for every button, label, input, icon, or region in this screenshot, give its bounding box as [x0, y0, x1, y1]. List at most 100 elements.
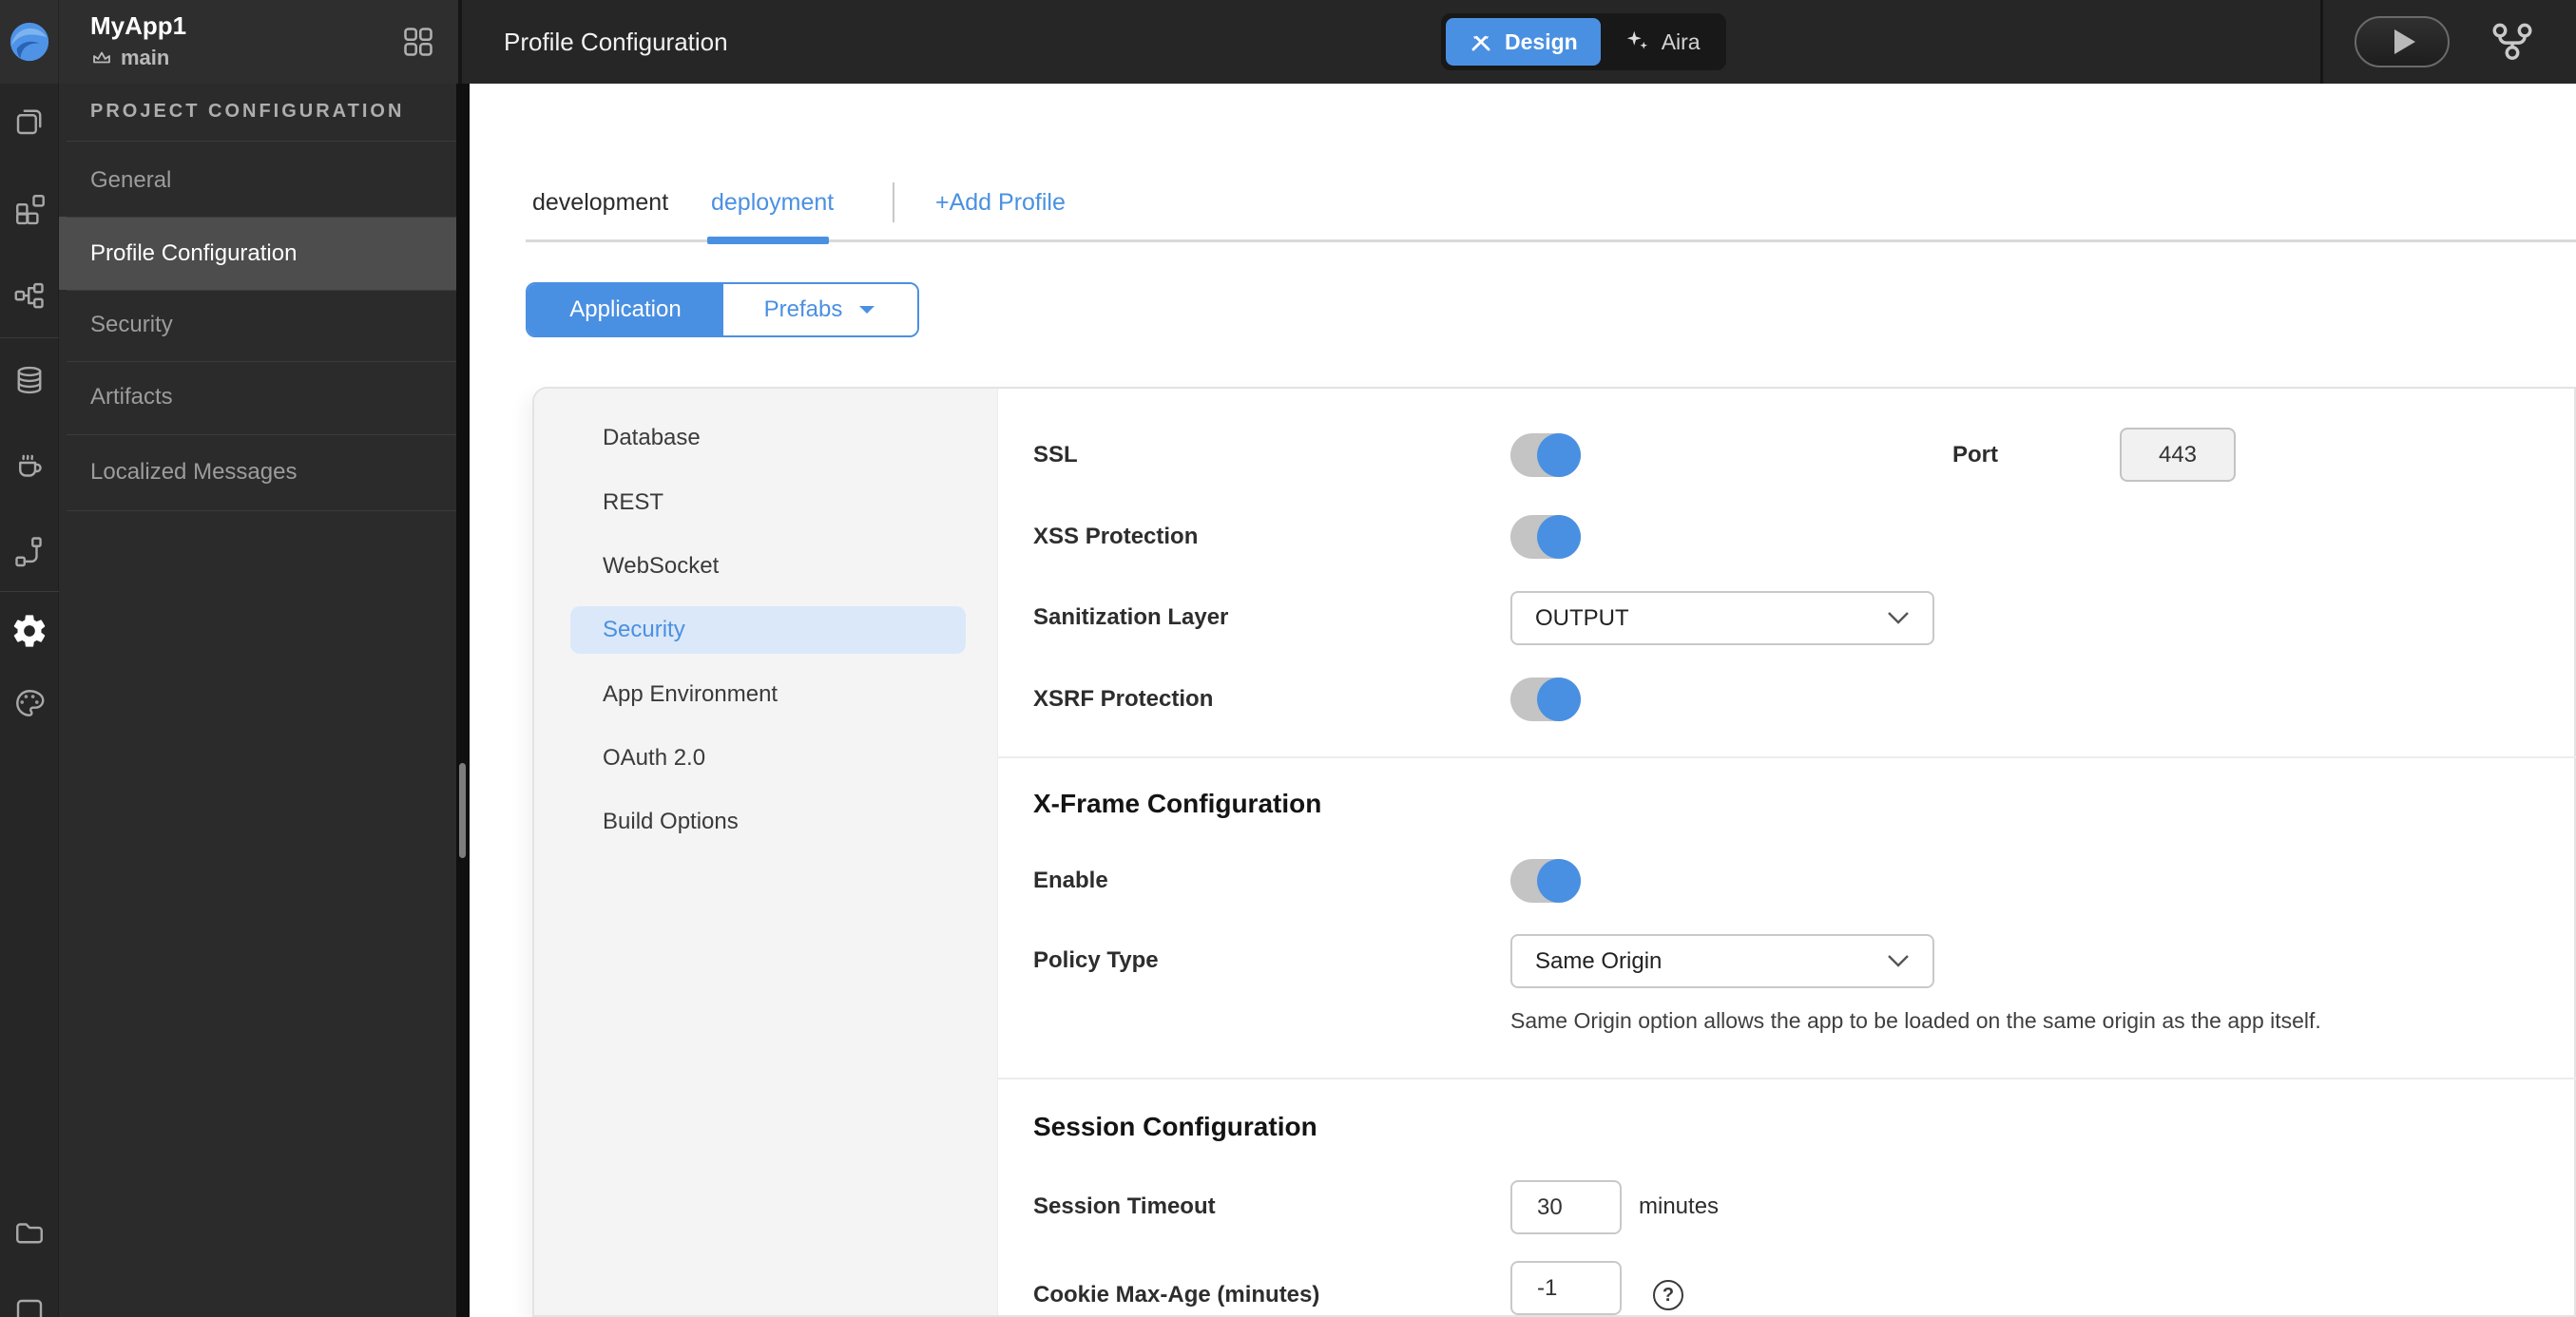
hierarchy-icon[interactable] [12, 277, 47, 312]
cookie-max-age-label: Cookie Max-Age (minutes) [1033, 1282, 1320, 1307]
toggle-knob [1537, 433, 1581, 477]
menu-item-websocket[interactable]: WebSocket [570, 543, 966, 590]
cookie-max-age-input[interactable] [1510, 1261, 1622, 1315]
play-icon [2394, 29, 2415, 54]
app-switcher-icon[interactable] [401, 25, 435, 59]
page-title: Profile Configuration [504, 28, 728, 56]
file-explorer-icon[interactable] [12, 1214, 47, 1249]
sidebar-item-localized-messages[interactable]: Localized Messages [59, 449, 456, 496]
settings-category-menu: Database REST WebSocket Security App Env… [534, 389, 998, 1315]
sidebar-divider [67, 217, 456, 218]
sidebar-item-profile-configuration[interactable]: Profile Configuration [59, 230, 456, 277]
themes-icon[interactable] [12, 686, 47, 720]
menu-item-security[interactable]: Security [570, 606, 966, 654]
tabs-underline [526, 239, 2576, 242]
xsrf-protection-label: XSRF Protection [1033, 686, 1214, 712]
project-config-sidebar: PROJECT CONFIGURATION General Profile Co… [59, 84, 456, 1317]
version-control-icon[interactable] [2490, 20, 2534, 64]
xss-protection-label: XSS Protection [1033, 524, 1199, 549]
port-input[interactable] [2120, 428, 2236, 482]
prefabs-label: Prefabs [763, 296, 843, 322]
design-mode-button[interactable]: Design [1446, 18, 1601, 66]
preview-run-button[interactable] [2355, 16, 2450, 67]
sanitization-layer-select[interactable]: OUTPUT [1510, 591, 1934, 645]
xframe-enable-toggle[interactable] [1510, 859, 1581, 903]
tab-deployment[interactable]: deployment [711, 186, 834, 219]
top-bar-divider [2320, 0, 2323, 84]
active-tab-indicator [707, 237, 829, 244]
toggle-knob [1537, 859, 1581, 903]
database-icon[interactable] [12, 363, 47, 397]
policy-type-label: Policy Type [1033, 947, 1159, 973]
chevron-down-icon [1888, 955, 1909, 967]
mode-switch: Design Aira [1441, 13, 1726, 70]
sidebar-divider [67, 510, 456, 511]
tab-separator [893, 182, 894, 222]
section-divider [998, 756, 2576, 758]
chevron-down-icon [1888, 612, 1909, 624]
session-timeout-input[interactable] [1510, 1180, 1622, 1234]
ssl-label: SSL [1033, 442, 1078, 468]
sidebar-divider [67, 434, 456, 435]
xframe-enable-label: Enable [1033, 868, 1108, 893]
xsrf-protection-toggle[interactable] [1510, 678, 1581, 721]
ssl-toggle[interactable] [1510, 433, 1581, 477]
toggle-knob [1537, 515, 1581, 559]
menu-item-rest[interactable]: REST [570, 479, 966, 526]
tab-development[interactable]: development [532, 186, 668, 219]
prefabs-scope-button[interactable]: Prefabs [723, 284, 917, 335]
xss-protection-toggle[interactable] [1510, 515, 1581, 559]
sidebar-item-artifacts[interactable]: Artifacts [59, 373, 456, 421]
rail-separator [0, 337, 59, 338]
pages-icon[interactable] [12, 105, 47, 139]
orchestration-icon[interactable] [12, 534, 47, 568]
session-timeout-label: Session Timeout [1033, 1193, 1216, 1219]
java-services-icon[interactable] [12, 449, 47, 483]
rail-separator [0, 591, 59, 592]
menu-item-database[interactable]: Database [570, 414, 966, 462]
policy-help-text: Same Origin option allows the app to be … [1510, 1008, 2321, 1033]
design-label: Design [1505, 29, 1578, 54]
widgets-icon[interactable] [12, 191, 47, 225]
xframe-section-title: X-Frame Configuration [1033, 789, 1322, 818]
branch-indicator[interactable]: main [90, 46, 169, 70]
application-scope-button[interactable]: Application [528, 284, 723, 335]
timeout-unit-label: minutes [1639, 1193, 1720, 1219]
session-section-title: Session Configuration [1033, 1112, 1317, 1141]
wavemaker-logo-icon [10, 22, 48, 62]
sidebar-item-general[interactable]: General [59, 157, 456, 204]
sidebar-scroll-track [456, 84, 470, 1317]
sidebar-divider [67, 290, 456, 291]
sidebar-divider [67, 361, 456, 362]
add-profile-button[interactable]: +Add Profile [935, 186, 1066, 219]
menu-item-oauth[interactable]: OAuth 2.0 [570, 735, 966, 782]
sparkles-icon [1626, 30, 1647, 49]
menu-item-app-environment[interactable]: App Environment [570, 671, 966, 718]
workspace-icon-rail [0, 84, 59, 1317]
app-logo[interactable] [0, 0, 59, 84]
project-name: MyApp1 [90, 11, 187, 40]
selected-value: OUTPUT [1535, 604, 1629, 631]
scope-switch: Application Prefabs [526, 282, 919, 337]
policy-type-select[interactable]: Same Origin [1510, 934, 1934, 988]
branch-crown-icon [93, 51, 110, 64]
sidebar-scroll-thumb[interactable] [459, 763, 466, 858]
top-bar-left: MyApp1 main [0, 0, 462, 84]
app-window: MyApp1 main Profile Configuration Design… [0, 0, 2576, 1317]
sidebar-item-security[interactable]: Security [59, 301, 456, 349]
caret-down-icon [859, 306, 875, 314]
toggle-knob [1537, 678, 1581, 721]
top-bar: MyApp1 main Profile Configuration Design… [0, 0, 2576, 84]
sidebar-divider [67, 141, 456, 142]
aira-label: Aira [1661, 29, 1701, 54]
branch-name: main [121, 46, 170, 69]
port-label: Port [1952, 442, 1998, 468]
menu-item-build-options[interactable]: Build Options [570, 798, 966, 846]
sidebar-header: PROJECT CONFIGURATION [90, 101, 405, 122]
settings-icon[interactable] [10, 612, 48, 650]
section-divider [998, 1078, 2576, 1079]
help-icon[interactable]: ? [1653, 1280, 1683, 1310]
more-icon[interactable] [12, 1292, 47, 1317]
selected-value: Same Origin [1535, 947, 1663, 974]
aira-mode-button[interactable]: Aira [1603, 18, 1721, 66]
